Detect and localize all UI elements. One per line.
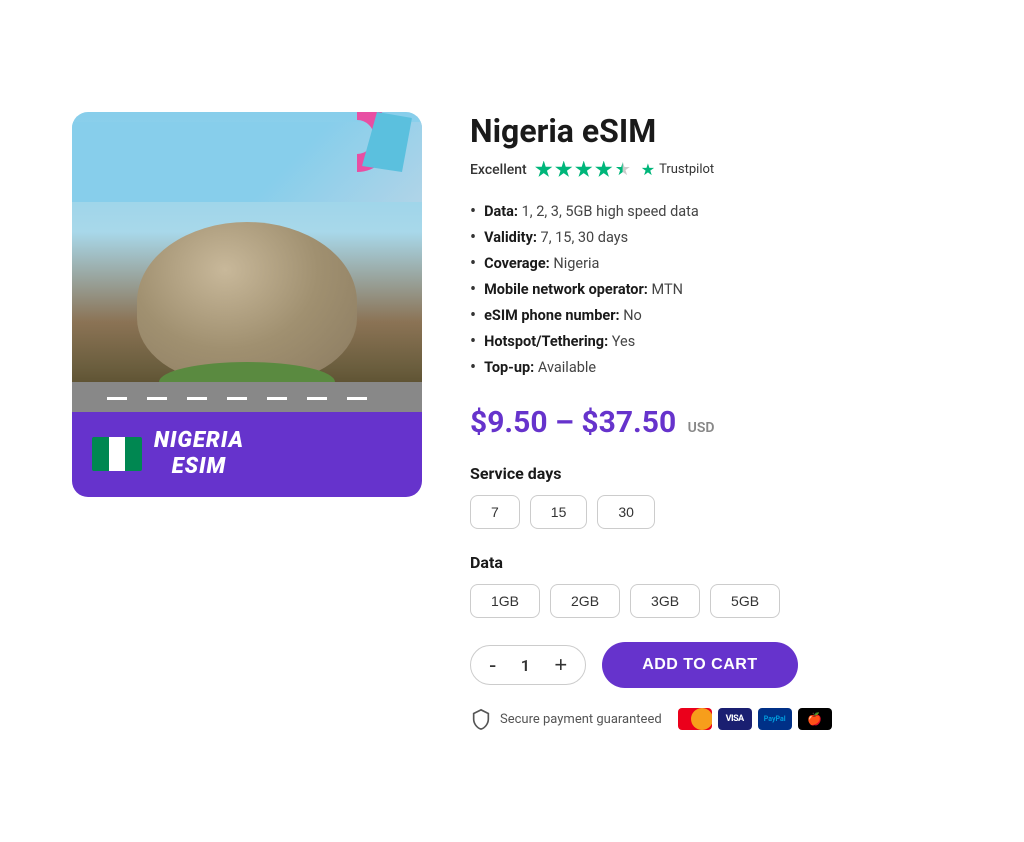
currency-label: USD	[688, 420, 715, 436]
day-option-15[interactable]: 15	[530, 495, 588, 529]
apple-pay-icon: 🍎	[798, 708, 832, 730]
secure-payment-row: Secure payment guaranteed VISA PayPal 🍎	[470, 708, 952, 730]
day-option-30[interactable]: 30	[597, 495, 655, 529]
feature-phone-number: eSIM phone number: No	[470, 303, 952, 329]
trustpilot-icon: ★	[641, 160, 655, 179]
cart-row: - 1 + ADD TO CART	[470, 642, 952, 688]
star-1	[535, 161, 553, 179]
flag-white	[109, 437, 126, 471]
quantity-value: 1	[510, 648, 540, 683]
price-from: $9.50	[470, 405, 548, 440]
product-container: NIGERIA ESIM Nigeria eSIM Excellent ★ Tr…	[32, 72, 992, 770]
data-option-3gb[interactable]: 3GB	[630, 584, 700, 618]
quantity-increase-button[interactable]: +	[540, 646, 581, 684]
shield-icon	[470, 708, 492, 730]
feature-validity: Validity: 7, 15, 30 days	[470, 225, 952, 251]
quantity-control: - 1 +	[470, 645, 586, 685]
service-days-label: Service days	[470, 464, 952, 483]
star-half	[615, 161, 633, 179]
day-option-7[interactable]: 7	[470, 495, 520, 529]
product-title: Nigeria eSIM	[470, 112, 952, 150]
service-days-options: 7 15 30	[470, 495, 952, 529]
star-4	[595, 161, 613, 179]
add-to-cart-button[interactable]: ADD TO CART	[602, 642, 797, 688]
quantity-decrease-button[interactable]: -	[475, 646, 510, 684]
feature-data: Data: 1, 2, 3, 5GB high speed data	[470, 199, 952, 225]
price-range: $9.50 – $37.50 USD	[470, 405, 952, 440]
payment-icons: VISA PayPal 🍎	[678, 708, 832, 730]
zuma-rock	[137, 222, 357, 382]
data-label: Data	[470, 553, 952, 572]
visa-icon: VISA	[718, 708, 752, 730]
flag-banner: NIGERIA ESIM	[72, 412, 422, 497]
mastercard-icon	[678, 708, 712, 730]
product-image	[72, 112, 422, 412]
data-option-1gb[interactable]: 1GB	[470, 584, 540, 618]
product-info: Nigeria eSIM Excellent ★ Trustpilot Data…	[470, 112, 952, 730]
feature-topup: Top-up: Available	[470, 355, 952, 381]
price-separator: –	[555, 405, 581, 440]
flag-right-green	[125, 437, 142, 471]
flag-left-green	[92, 437, 109, 471]
feature-hotspot: Hotspot/Tethering: Yes	[470, 329, 952, 355]
data-option-2gb[interactable]: 2GB	[550, 584, 620, 618]
rating-label: Excellent	[470, 162, 527, 178]
feature-coverage: Coverage: Nigeria	[470, 251, 952, 277]
secure-payment-label: Secure payment guaranteed	[500, 712, 662, 727]
trustpilot-label: Trustpilot	[659, 162, 714, 177]
trustpilot-badge: ★ Trustpilot	[641, 160, 714, 179]
price-to: $37.50	[581, 405, 676, 440]
road	[72, 382, 422, 412]
data-option-5gb[interactable]: 5GB	[710, 584, 780, 618]
paypal-icon: PayPal	[758, 708, 792, 730]
data-options: 1GB 2GB 3GB 5GB	[470, 584, 952, 618]
flag-text: NIGERIA ESIM	[154, 428, 244, 481]
rating-row: Excellent ★ Trustpilot	[470, 160, 952, 179]
features-list: Data: 1, 2, 3, 5GB high speed data Valid…	[470, 199, 952, 381]
product-image-wrapper: NIGERIA ESIM	[72, 112, 422, 497]
stars	[535, 161, 633, 179]
star-2	[555, 161, 573, 179]
star-3	[575, 161, 593, 179]
nigeria-flag	[92, 437, 142, 471]
feature-network: Mobile network operator: MTN	[470, 277, 952, 303]
